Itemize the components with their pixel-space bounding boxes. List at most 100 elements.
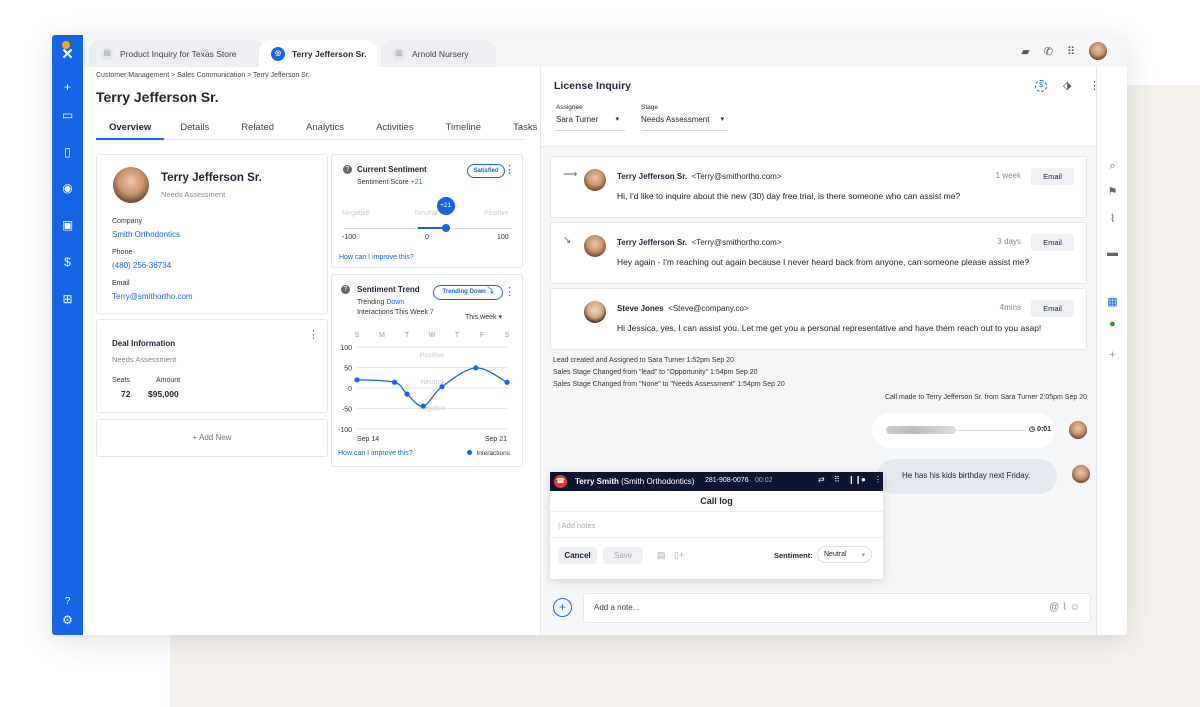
calendar-icon[interactable]: ▦ <box>1106 295 1119 308</box>
email-button[interactable]: Email <box>1031 168 1074 185</box>
more-icon[interactable]: ⋮ <box>504 163 515 176</box>
legend-label: Interactions <box>476 450 510 457</box>
tab-overview[interactable]: Overview <box>96 117 165 140</box>
period-select[interactable]: This week ▾ <box>465 313 502 321</box>
plus-icon[interactable]: + <box>1106 349 1119 361</box>
tab-timeline[interactable]: Timeline <box>430 117 498 140</box>
message-body: Hi, I'd like to inquire about the new (3… <box>617 191 961 201</box>
gift-icon[interactable]: ⊞ <box>60 292 75 307</box>
duration-value: 0:01 <box>1037 426 1052 433</box>
trending-label: Trending <box>357 299 385 306</box>
positive-label: Positive <box>484 210 509 217</box>
help-icon[interactable]: ? <box>60 594 75 609</box>
more-icon[interactable]: ⋮ <box>504 285 515 298</box>
transcript-icon[interactable]: ▤ <box>657 550 666 561</box>
tab-details[interactable]: Details <box>164 117 225 140</box>
attachment-icon[interactable]: ⌇ <box>1062 602 1067 613</box>
email-label: Email <box>112 280 130 287</box>
tab-terry-jefferson[interactable]: ◎ Terry Jefferson Sr. <box>259 40 377 67</box>
note-icon[interactable]: ▬ <box>1106 247 1119 259</box>
sentiment-select[interactable]: Neutral ▾ <box>817 546 872 563</box>
user-avatar[interactable] <box>1089 42 1107 60</box>
interactions-value: 7 <box>429 309 434 316</box>
tab-label: Arnold Nursery <box>412 48 469 59</box>
tab-related[interactable]: Related <box>225 117 290 140</box>
assignee-select[interactable]: Sara Turner ▾ <box>556 115 625 131</box>
chat-icon[interactable]: ▰ <box>1021 45 1029 58</box>
add-new-button[interactable]: + Add New <box>96 419 328 457</box>
message-card: ↘ Terry Jefferson Sr. <Terry@smithortho.… <box>550 222 1087 284</box>
flag-icon[interactable]: ⚑ <box>1106 185 1119 198</box>
tab-activities[interactable]: Activities <box>360 117 429 140</box>
audio-recording[interactable]: ◷ 0:01 <box>872 413 1055 448</box>
dollar-icon[interactable]: $ <box>60 255 75 270</box>
add-button[interactable]: + <box>553 598 572 617</box>
phone-icon[interactable]: ✆ <box>1044 45 1053 58</box>
data-point <box>354 377 360 383</box>
more-icon[interactable]: ⋮ <box>874 475 882 484</box>
message-time: 1 week <box>995 171 1021 180</box>
apps-grid-icon[interactable]: ⠿ <box>1067 45 1075 58</box>
y-tick-label: -50 <box>342 407 352 414</box>
gear-icon[interactable]: ⚙ <box>60 613 75 628</box>
search-icon[interactable]: ⌕ <box>1106 160 1119 173</box>
call-bar: ☎ Terry Smith (Smith Orthodontics) 281-9… <box>550 472 883 491</box>
inbox-icon[interactable]: ▭ <box>60 108 75 123</box>
message-time: 4mins <box>999 303 1021 312</box>
tab-product-inquiry[interactable]: ▤ Product Inquiry for Texas Store <box>89 40 264 67</box>
paperclip-icon[interactable]: ⌇ <box>1106 212 1119 225</box>
sender-name: Steve Jones <box>617 304 664 313</box>
contact-icon[interactable]: ◉ <box>60 181 75 196</box>
add-document-icon[interactable]: ▯+ <box>674 550 684 561</box>
currency-icon[interactable]: $ <box>1035 80 1047 92</box>
emoji-icon[interactable]: ☺ <box>1070 602 1080 613</box>
mention-icon[interactable]: @ <box>1049 602 1059 613</box>
save-button[interactable]: Save <box>603 547 643 564</box>
microphone-icon[interactable]: ● <box>861 475 866 484</box>
cancel-button[interactable]: Cancel <box>558 547 597 564</box>
briefcase-icon[interactable]: ▣ <box>60 218 75 233</box>
hang-up-icon[interactable]: ☎ <box>554 475 567 488</box>
day-label: M <box>379 332 385 339</box>
message-body: Hey again - I'm reaching out again becau… <box>617 257 1030 267</box>
keypad-icon[interactable]: ⠿ <box>834 475 840 484</box>
current-sentiment-card: ? Current Sentiment Sentiment Score +21 … <box>331 154 523 268</box>
call-log-title: Call log <box>550 491 883 512</box>
tag-icon[interactable]: ⬗ <box>1063 79 1071 92</box>
email-button[interactable]: Email <box>1031 300 1074 317</box>
company-link[interactable]: Smith Orthodontics <box>112 230 180 239</box>
improve-link[interactable]: How can I improve this? <box>338 450 413 457</box>
document-icon[interactable]: ▯ <box>60 145 75 160</box>
help-icon[interactable]: ? <box>341 285 350 294</box>
day-label: S <box>355 332 360 339</box>
day-label: T <box>405 332 410 339</box>
record-tabs: Overview Details Related Analytics Activ… <box>96 117 537 140</box>
message-body: Hi Jessica, yes, I can assist you. Let m… <box>617 323 1042 333</box>
breadcrumb[interactable]: Customer Management > Sales Communicatio… <box>96 72 310 79</box>
call-notes-input[interactable]: | Add notes <box>550 512 883 538</box>
transfer-icon[interactable]: ⇄ <box>818 475 825 484</box>
chart-legend: Interactions <box>467 450 510 457</box>
message-time: 3 days <box>997 237 1021 246</box>
pause-icon[interactable]: ❙❙ <box>848 475 861 484</box>
data-point <box>439 384 445 390</box>
notes-placeholder: Add notes <box>561 521 596 530</box>
stage-select[interactable]: Needs Assessment ▾ <box>641 115 728 131</box>
trend-chart: S M T W T F S100500-50-100PositiveNeutralNegat… <box>338 332 510 443</box>
tab-arnold-nursery[interactable]: ▥ Arnold Nursery <box>381 40 496 67</box>
note-input[interactable]: Add a note... @ ⌇ ☺ <box>583 593 1091 623</box>
improve-link[interactable]: How can I improve this? <box>339 254 414 261</box>
neutral-label: Neutral <box>415 210 438 217</box>
help-icon[interactable]: ? <box>343 165 352 174</box>
plus-icon[interactable]: + <box>60 80 75 95</box>
email-button[interactable]: Email <box>1031 234 1074 251</box>
company-label: Company <box>112 218 142 225</box>
more-icon[interactable]: ⋮ <box>308 328 319 341</box>
phone-link[interactable]: (480) 256-36734 <box>112 261 171 270</box>
page-title: Terry Jefferson Sr. <box>96 89 219 105</box>
email-link[interactable]: Terry@smithortho.com <box>112 292 193 301</box>
badge-label: Trending Down <box>442 289 486 295</box>
tab-analytics[interactable]: Analytics <box>290 117 360 140</box>
quickbooks-icon[interactable]: ● <box>1106 318 1119 330</box>
note-bubble: He has his kids birthday next Friday. <box>877 459 1057 494</box>
